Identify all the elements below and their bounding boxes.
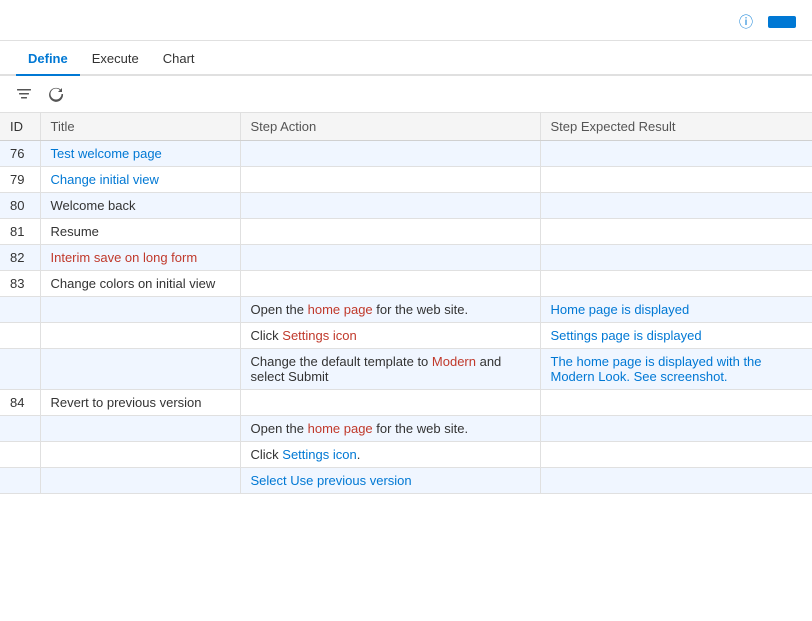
cell-step-action: Open the home page for the web site. bbox=[240, 416, 540, 442]
cell-step-expected: Home page is displayed bbox=[540, 297, 812, 323]
filter-icon[interactable] bbox=[12, 82, 36, 106]
column-headers: ID Title Step Action Step Expected Resul… bbox=[0, 113, 812, 141]
header-actions: ⓘ bbox=[739, 12, 796, 32]
cell-step-action: Change the default template to Modern an… bbox=[240, 349, 540, 390]
close-grid-button[interactable] bbox=[768, 16, 796, 28]
cell-step-action: Click Settings icon bbox=[240, 323, 540, 349]
refresh-icon[interactable] bbox=[44, 82, 68, 106]
table-row: 81Resume bbox=[0, 219, 812, 245]
table-row: 80Welcome back bbox=[0, 193, 812, 219]
cell-action bbox=[240, 141, 540, 167]
grid-table: ID Title Step Action Step Expected Resul… bbox=[0, 113, 812, 494]
cell-action bbox=[240, 271, 540, 297]
table-row: 82Interim save on long form bbox=[0, 245, 812, 271]
cell-title: Test welcome page bbox=[40, 141, 240, 167]
table-row: Select Use previous version bbox=[0, 468, 812, 494]
cell-action bbox=[240, 390, 540, 416]
cell-title: Change colors on initial view bbox=[40, 271, 240, 297]
cell-step-expected bbox=[540, 442, 812, 468]
cell-step-expected: The home page is displayed with the Mode… bbox=[540, 349, 812, 390]
col-header-id: ID bbox=[0, 113, 40, 141]
cell-expected bbox=[540, 193, 812, 219]
cell-id: 76 bbox=[0, 141, 40, 167]
help-circle-icon: ⓘ bbox=[739, 12, 753, 32]
cell-title: Revert to previous version bbox=[40, 390, 240, 416]
help-link[interactable]: ⓘ bbox=[739, 12, 756, 32]
cell-action bbox=[240, 193, 540, 219]
tab-execute[interactable]: Execute bbox=[80, 41, 151, 76]
tab-chart[interactable]: Chart bbox=[151, 41, 207, 76]
cell-expected bbox=[540, 219, 812, 245]
cell-action bbox=[240, 245, 540, 271]
cell-action bbox=[240, 219, 540, 245]
cell-expected bbox=[540, 167, 812, 193]
cell-title: Interim save on long form bbox=[40, 245, 240, 271]
cell-id: 80 bbox=[0, 193, 40, 219]
col-header-action: Step Action bbox=[240, 113, 540, 141]
page-header: ⓘ bbox=[0, 0, 812, 41]
table-row: Click Settings iconSettings page is disp… bbox=[0, 323, 812, 349]
cell-id: 79 bbox=[0, 167, 40, 193]
cell-expected bbox=[540, 390, 812, 416]
cell-expected bbox=[540, 245, 812, 271]
data-grid: ID Title Step Action Step Expected Resul… bbox=[0, 113, 812, 494]
cell-step-expected bbox=[540, 468, 812, 494]
table-row: 76Test welcome page bbox=[0, 141, 812, 167]
cell-title: Change initial view bbox=[40, 167, 240, 193]
col-header-title: Title bbox=[40, 113, 240, 141]
cell-title: Resume bbox=[40, 219, 240, 245]
col-header-expected: Step Expected Result bbox=[540, 113, 812, 141]
cell-id: 83 bbox=[0, 271, 40, 297]
table-row: Change the default template to Modern an… bbox=[0, 349, 812, 390]
table-row: Click Settings icon. bbox=[0, 442, 812, 468]
cell-step-action: Select Use previous version bbox=[240, 468, 540, 494]
cell-expected bbox=[540, 271, 812, 297]
cell-id: 82 bbox=[0, 245, 40, 271]
table-row: Open the home page for the web site.Home… bbox=[0, 297, 812, 323]
table-row: 83Change colors on initial view bbox=[0, 271, 812, 297]
cell-id: 84 bbox=[0, 390, 40, 416]
tab-define[interactable]: Define bbox=[16, 41, 80, 76]
cell-step-expected bbox=[540, 416, 812, 442]
cell-step-action: Click Settings icon. bbox=[240, 442, 540, 468]
table-row: 84Revert to previous version bbox=[0, 390, 812, 416]
cell-action bbox=[240, 167, 540, 193]
cell-id: 81 bbox=[0, 219, 40, 245]
table-row: 79Change initial view bbox=[0, 167, 812, 193]
cell-step-action: Open the home page for the web site. bbox=[240, 297, 540, 323]
cell-title: Welcome back bbox=[40, 193, 240, 219]
cell-step-expected: Settings page is displayed bbox=[540, 323, 812, 349]
tab-bar: Define Execute Chart bbox=[0, 41, 812, 76]
table-row: Open the home page for the web site. bbox=[0, 416, 812, 442]
cell-expected bbox=[540, 141, 812, 167]
toolbar bbox=[0, 76, 812, 113]
